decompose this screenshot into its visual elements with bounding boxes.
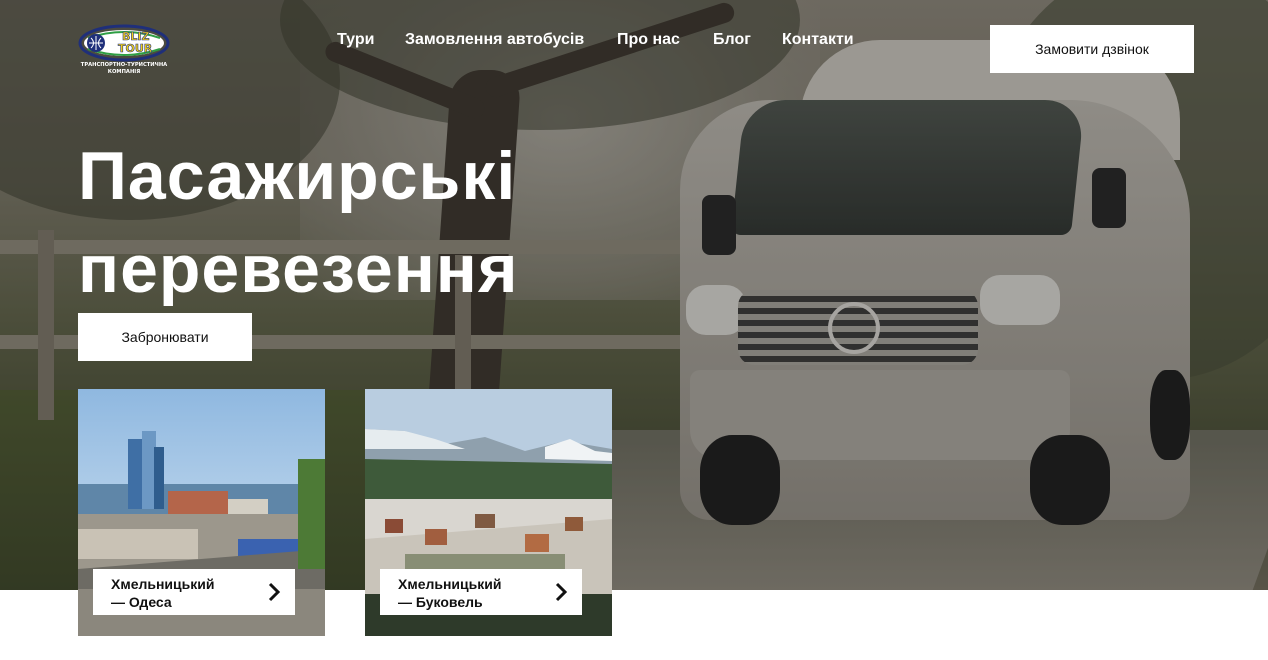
svg-text:TOUR: TOUR <box>118 42 153 55</box>
book-button[interactable]: Забронювати <box>78 313 252 361</box>
chevron-right-icon[interactable] <box>550 581 572 603</box>
nav-item-about[interactable]: Про нас <box>617 31 680 49</box>
nav-item-blog[interactable]: Блог <box>713 31 751 49</box>
route-card-label: Хмельницький — Одеса <box>93 569 295 615</box>
route-card-from: Хмельницький <box>398 576 502 592</box>
svg-text:КОМПАНІЯ: КОМПАНІЯ <box>108 69 140 75</box>
chevron-right-icon[interactable] <box>263 581 285 603</box>
order-call-button[interactable]: Замовити дзвінок <box>990 25 1194 73</box>
route-card-bukovel[interactable]: Хмельницький — Буковель <box>365 389 612 636</box>
nav-item-contacts[interactable]: Контакти <box>782 31 854 49</box>
route-card-odesa[interactable]: Хмельницький — Одеса <box>78 389 325 636</box>
svg-text:ТРАНСПОРТНО-ТУРИСТИЧНА: ТРАНСПОРТНО-ТУРИСТИЧНА <box>81 62 167 68</box>
brand-logo[interactable]: BLIZ TOUR ТРАНСПОРТНО-ТУРИСТИЧНА КОМПАНІ… <box>78 24 170 76</box>
route-card-from: Хмельницький <box>111 576 215 592</box>
route-card-to: — Буковель <box>398 594 483 610</box>
title-line-1: Пасажирські <box>78 138 517 214</box>
title-line-2: перевезення <box>78 231 519 307</box>
route-card-to: — Одеса <box>111 594 172 610</box>
route-card-label: Хмельницький — Буковель <box>380 569 582 615</box>
bliz-tour-logo-icon: BLIZ TOUR ТРАНСПОРТНО-ТУРИСТИЧНА КОМПАНІ… <box>78 24 170 75</box>
page-title: Пасажирські перевезення <box>78 130 519 316</box>
nav-item-tours[interactable]: Тури <box>337 31 374 49</box>
nav-item-bus-order[interactable]: Замовлення автобусів <box>405 31 584 49</box>
